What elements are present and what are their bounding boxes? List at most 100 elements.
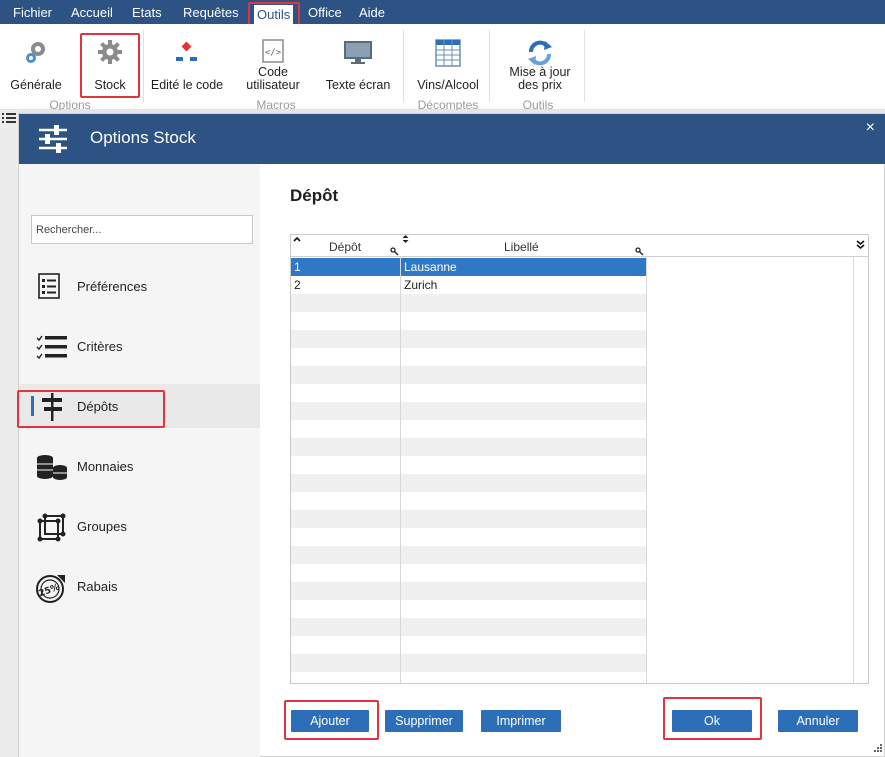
empty-row xyxy=(291,600,646,618)
empty-row xyxy=(291,636,646,654)
options-sidebar: Rechercher... Préférences Critères Dépôt… xyxy=(19,164,260,757)
cell-depot: 1 xyxy=(294,260,301,274)
sidebar-item-groupes[interactable]: Groupes xyxy=(19,504,260,548)
sort-both-icon[interactable] xyxy=(402,235,409,243)
empty-row xyxy=(291,654,646,672)
cell-libelle: Zurich xyxy=(404,278,438,292)
empty-row xyxy=(291,402,646,420)
depots-highlight xyxy=(17,390,165,428)
empty-row xyxy=(291,528,646,546)
supprimer-button[interactable]: Supprimer xyxy=(385,710,463,732)
annuler-button[interactable]: Annuler xyxy=(778,710,858,732)
sort-up-icon[interactable] xyxy=(293,236,301,242)
vertical-scrollbar[interactable] xyxy=(853,257,868,683)
ribbon-edite-code-label: Edité le code xyxy=(150,78,224,92)
ribbon-separator xyxy=(584,30,585,102)
grid-header: Dépôt Libellé xyxy=(291,235,868,257)
menu-requetes[interactable]: Requêtes xyxy=(183,0,239,24)
content-title: Dépôt xyxy=(290,186,339,205)
chevron-double-down-icon[interactable] xyxy=(856,240,865,250)
empty-row xyxy=(291,312,646,330)
close-icon[interactable]: × xyxy=(866,120,875,136)
ok-highlight xyxy=(663,697,762,740)
ribbon-mise-a-jour-button[interactable]: Mise à jour des prix xyxy=(496,24,584,96)
table-row[interactable]: 2 Zurich xyxy=(291,276,646,294)
empty-row xyxy=(291,618,646,636)
ribbon-code-utilisateur-button[interactable]: </> Code utilisateur xyxy=(236,24,310,96)
menu-aide[interactable]: Aide xyxy=(359,0,385,24)
ribbon-generale-label: Générale xyxy=(10,78,62,92)
sidebar-item-preferences[interactable]: Préférences xyxy=(19,264,260,308)
ribbon-texte-ecran-button[interactable]: Texte écran xyxy=(318,24,398,96)
empty-row xyxy=(291,492,646,510)
criteria-checklist-icon xyxy=(36,335,67,360)
filter-key-icon[interactable] xyxy=(390,247,399,256)
menu-etats[interactable]: Etats xyxy=(132,0,162,24)
ribbon-code-label-2: utilisateur xyxy=(246,78,300,92)
column-header-libelle[interactable]: Libellé xyxy=(504,240,539,254)
refresh-icon xyxy=(528,40,552,66)
groups-cube-icon xyxy=(37,513,66,542)
sidebar-label: Préférences xyxy=(77,279,148,294)
column-header-depot[interactable]: Dépôt xyxy=(329,240,361,254)
ribbon-separator xyxy=(143,30,144,102)
empty-row xyxy=(291,456,646,474)
sidebar-label: Critères xyxy=(77,339,123,354)
menu-accueil[interactable]: Accueil xyxy=(71,0,113,24)
empty-row xyxy=(291,348,646,366)
sidebar-item-rabais[interactable]: 25% Rabais xyxy=(19,564,260,608)
dialog-title: Options Stock xyxy=(90,128,196,147)
search-input[interactable]: Rechercher... xyxy=(31,215,253,244)
cell-depot: 2 xyxy=(294,278,301,292)
empty-row xyxy=(291,420,646,438)
menu-office[interactable]: Office xyxy=(308,0,342,24)
empty-row xyxy=(291,366,646,384)
sidebar-item-monnaies[interactable]: Monnaies xyxy=(19,444,260,488)
table-row[interactable]: 1 Lausanne xyxy=(291,258,646,276)
empty-row xyxy=(291,672,646,683)
imprimer-button[interactable]: Imprimer xyxy=(481,710,561,732)
gears-icon xyxy=(26,42,45,63)
menu-fichier[interactable]: Fichier xyxy=(13,0,52,24)
empty-row xyxy=(291,546,646,564)
flowchart-icon xyxy=(176,41,197,61)
empty-row xyxy=(291,384,646,402)
column-divider xyxy=(400,257,401,683)
empty-row xyxy=(291,564,646,582)
svg-text:</>: </> xyxy=(265,48,282,58)
cell-libelle: Lausanne xyxy=(404,260,457,274)
ribbon-vins-alcool-button[interactable]: Vins/Alcool xyxy=(408,24,488,96)
ribbon-separator xyxy=(489,30,490,102)
ribbon-maj-label-2: des prix xyxy=(518,78,562,92)
depot-grid: Dépôt Libellé 1 Lausanne 2 Zurich xyxy=(290,234,869,684)
dialog-header: Options Stock × xyxy=(19,114,885,164)
list-view-icon[interactable] xyxy=(2,112,16,124)
spreadsheet-icon xyxy=(435,39,461,67)
left-panel-strip xyxy=(0,110,18,757)
sidebar-label: Rabais xyxy=(77,579,118,594)
ribbon-texte-ecran-label: Texte écran xyxy=(325,78,391,92)
empty-row xyxy=(291,510,646,528)
stock-highlight xyxy=(80,33,140,98)
ribbon-generale-button[interactable]: Générale xyxy=(4,24,68,96)
empty-row xyxy=(291,330,646,348)
discount-badge-icon: 25% xyxy=(36,575,65,603)
svg-text:25%: 25% xyxy=(38,583,62,600)
empty-row xyxy=(291,582,646,600)
code-file-icon: </> xyxy=(262,39,284,63)
sidebar-label: Monnaies xyxy=(77,459,134,474)
sidebar-label: Groupes xyxy=(77,519,127,534)
empty-row xyxy=(291,294,646,312)
monitor-icon xyxy=(344,41,372,64)
menu-bar: Fichier Accueil Etats Requêtes Outils Of… xyxy=(0,0,885,24)
coins-stack-icon xyxy=(37,455,67,480)
ribbon-separator xyxy=(403,30,404,102)
ribbon-edite-code-button[interactable]: Edité le code xyxy=(146,24,228,96)
resize-grip-icon[interactable] xyxy=(874,744,883,753)
filter-key-icon[interactable] xyxy=(635,247,644,256)
ajouter-highlight xyxy=(284,700,379,740)
empty-row xyxy=(291,438,646,456)
settings-sliders-icon xyxy=(39,125,67,153)
ribbon-vins-alcool-label: Vins/Alcool xyxy=(417,78,479,92)
sidebar-item-criteres[interactable]: Critères xyxy=(19,324,260,368)
